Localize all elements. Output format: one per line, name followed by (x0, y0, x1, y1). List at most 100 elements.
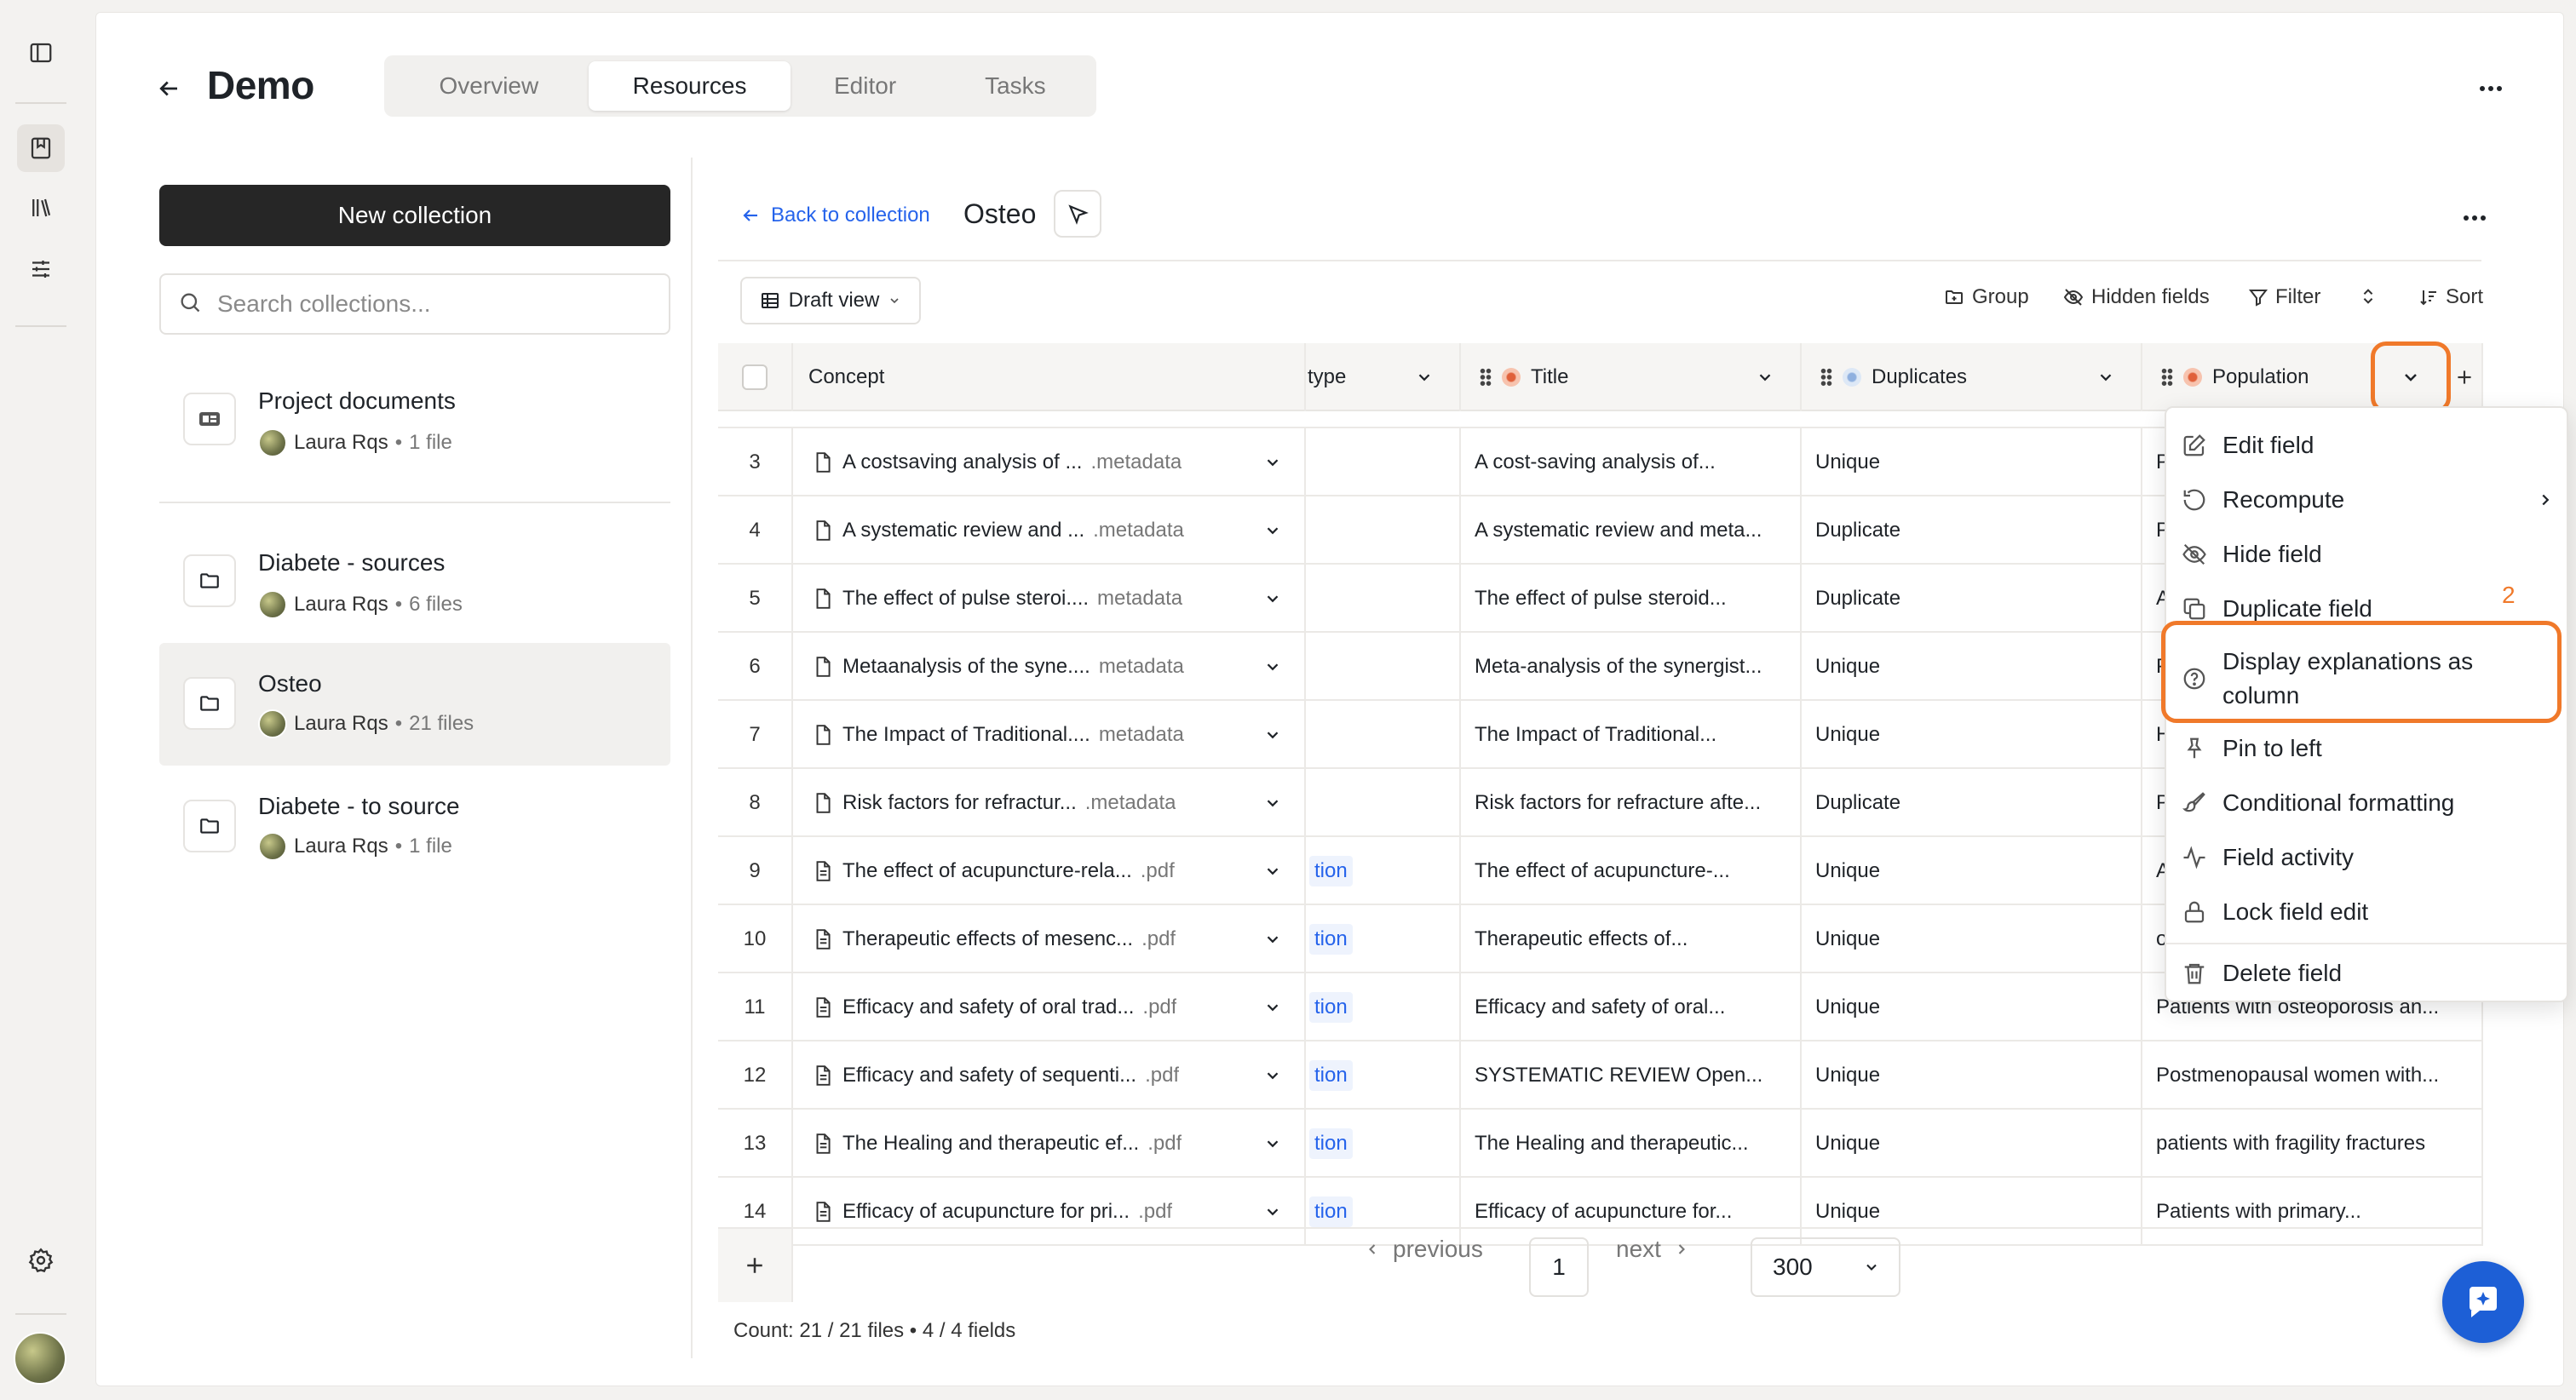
collection-more-icon[interactable] (2458, 205, 2492, 231)
population-cell[interactable]: Postmenopausal women with... (2142, 1041, 2483, 1110)
menu-item-hide-field[interactable]: Hide field (2166, 534, 2567, 575)
page-size-select[interactable]: 300 (1751, 1237, 1900, 1297)
concept-cell[interactable]: The effect of acupuncture-rela... .pdf (793, 837, 1306, 905)
chevron-down-icon[interactable] (1263, 657, 1282, 676)
collection-item-diabete-sources[interactable]: Diabete - sources Laura Rqs • 6 files (159, 520, 670, 643)
add-column-button[interactable] (2447, 343, 2481, 411)
title-cell[interactable]: A systematic review and meta... (1461, 496, 1802, 565)
type-cell[interactable] (1306, 701, 1461, 769)
title-cell[interactable]: The effect of pulse steroid... (1461, 565, 1802, 633)
column-header-duplicates[interactable]: Duplicates (1802, 343, 2142, 411)
concept-cell[interactable]: The effect of pulse steroi.... metadata (793, 565, 1306, 633)
concept-cell[interactable]: Efficacy and safety of sequenti... .pdf (793, 1041, 1306, 1110)
duplicates-cell[interactable]: Unique (1802, 701, 2142, 769)
chevron-down-icon[interactable] (1415, 368, 1434, 387)
title-cell[interactable]: The effect of acupuncture-... (1461, 837, 1802, 905)
title-cell[interactable]: SYSTEMATIC REVIEW Open... (1461, 1041, 1802, 1110)
back-arrow-icon[interactable] (149, 69, 188, 108)
chevron-down-icon[interactable] (2096, 368, 2115, 387)
type-cell[interactable] (1306, 633, 1461, 701)
title-cell[interactable]: A cost-saving analysis of... (1461, 428, 1802, 496)
duplicates-cell[interactable]: Unique (1802, 633, 2142, 701)
chevron-down-icon[interactable] (1263, 453, 1282, 472)
duplicates-cell[interactable]: Unique (1802, 1110, 2142, 1178)
drag-handle-icon[interactable] (2161, 368, 2173, 387)
chevron-down-icon[interactable] (1756, 368, 1774, 387)
concept-cell[interactable]: Efficacy and safety of oral trad... .pdf (793, 973, 1306, 1041)
duplicates-cell[interactable]: Duplicate (1802, 565, 2142, 633)
tab-overview[interactable]: Overview (389, 61, 589, 111)
collection-item-diabete-to-source[interactable]: Diabete - to source Laura Rqs • 1 file (159, 766, 670, 888)
settings-sliders-icon[interactable] (17, 245, 65, 293)
table-row[interactable]: 12 Efficacy and safety of sequenti... .pdf… (718, 1041, 2483, 1110)
duplicates-cell[interactable]: Unique (1802, 837, 2142, 905)
type-cell[interactable]: tion (1306, 1110, 1461, 1178)
resources-nav-icon[interactable] (17, 124, 65, 172)
back-to-collection-link[interactable]: Back to collection (740, 204, 930, 227)
menu-item-pin-to-left[interactable]: Pin to left (2166, 728, 2567, 769)
title-cell[interactable]: The Healing and therapeutic... (1461, 1110, 1802, 1178)
drag-handle-icon[interactable] (1480, 368, 1492, 387)
type-cell[interactable]: tion (1306, 837, 1461, 905)
group-button[interactable]: Group (1943, 285, 2029, 309)
draft-view-dropdown[interactable]: Draft view (740, 277, 921, 324)
menu-item-conditional-formatting[interactable]: Conditional formatting (2166, 783, 2567, 823)
type-cell[interactable] (1306, 769, 1461, 837)
drag-handle-icon[interactable] (1820, 368, 1832, 387)
concept-cell[interactable]: Therapeutic effects of mesenc... .pdf (793, 905, 1306, 973)
concept-cell[interactable]: A systematic review and ... .metadata (793, 496, 1306, 565)
duplicates-cell[interactable]: Unique (1802, 428, 2142, 496)
table-row[interactable]: 14 Efficacy of acupuncture for pri... .pdf… (718, 1178, 2483, 1246)
table-row[interactable]: 13 The Healing and therapeutic ef... .pdf t… (718, 1110, 2483, 1178)
sidebar-toggle-icon[interactable] (17, 29, 65, 77)
search-input[interactable] (217, 290, 643, 318)
menu-item-lock-field-edit[interactable]: Lock field edit (2166, 892, 2567, 932)
chevron-down-icon[interactable] (1263, 930, 1282, 949)
sort-order-toggle[interactable] (2359, 285, 2378, 307)
chevron-down-icon[interactable] (1263, 1134, 1282, 1153)
chat-assistant-button[interactable] (2442, 1261, 2524, 1343)
tab-editor[interactable]: Editor (791, 61, 939, 111)
chevron-down-icon[interactable] (1263, 1066, 1282, 1085)
more-options-icon[interactable] (2470, 69, 2512, 108)
select-all-checkbox[interactable] (742, 364, 768, 390)
type-cell[interactable]: tion (1306, 1041, 1461, 1110)
chevron-down-icon[interactable] (1263, 589, 1282, 608)
filter-button[interactable]: Filter (2248, 285, 2320, 309)
duplicates-cell[interactable]: Unique (1802, 905, 2142, 973)
concept-cell[interactable]: A costsaving analysis of ... .metadata (793, 428, 1306, 496)
column-header-concept[interactable]: Concept (793, 343, 1306, 411)
menu-item-edit-field[interactable]: Edit field (2166, 425, 2567, 466)
user-avatar[interactable] (14, 1332, 66, 1385)
duplicates-cell[interactable]: Duplicate (1802, 496, 2142, 565)
chevron-down-icon[interactable] (1263, 998, 1282, 1017)
navigate-button[interactable] (1054, 190, 1101, 238)
concept-cell[interactable]: The Healing and therapeutic ef... .pdf (793, 1110, 1306, 1178)
duplicates-cell[interactable]: Unique (1802, 1178, 2142, 1246)
next-page-button[interactable]: next (1616, 1236, 1690, 1263)
add-row-button[interactable] (718, 1227, 793, 1302)
column-header-type[interactable]: type (1306, 343, 1461, 411)
menu-item-recompute[interactable]: Recompute (2166, 479, 2567, 520)
chevron-down-icon[interactable] (1263, 862, 1282, 881)
tab-resources[interactable]: Resources (588, 61, 791, 111)
type-cell[interactable]: tion (1306, 973, 1461, 1041)
gear-icon[interactable] (17, 1236, 65, 1284)
concept-cell[interactable]: Metaanalysis of the syne.... metadata (793, 633, 1306, 701)
hidden-fields-button[interactable]: Hidden fields (2062, 285, 2210, 309)
new-collection-button[interactable]: New collection (159, 185, 670, 246)
collection-item-project-documents[interactable]: Project documents Laura Rqs • 1 file (159, 359, 670, 481)
title-cell[interactable]: The Impact of Traditional... (1461, 701, 1802, 769)
page-number-input[interactable]: 1 (1529, 1237, 1589, 1297)
concept-cell[interactable]: The Impact of Traditional.... metadata (793, 701, 1306, 769)
chevron-down-icon[interactable] (1263, 521, 1282, 540)
population-column-menu-button[interactable] (2371, 341, 2451, 413)
column-header-title[interactable]: Title (1461, 343, 1802, 411)
type-cell[interactable] (1306, 428, 1461, 496)
menu-item-delete-field[interactable]: Delete field (2166, 953, 2567, 994)
type-cell[interactable] (1306, 565, 1461, 633)
type-cell[interactable] (1306, 496, 1461, 565)
collection-item-osteo[interactable]: Osteo Laura Rqs • 21 files (159, 643, 670, 766)
title-cell[interactable]: Therapeutic effects of... (1461, 905, 1802, 973)
previous-page-button[interactable]: previous (1364, 1236, 1483, 1263)
